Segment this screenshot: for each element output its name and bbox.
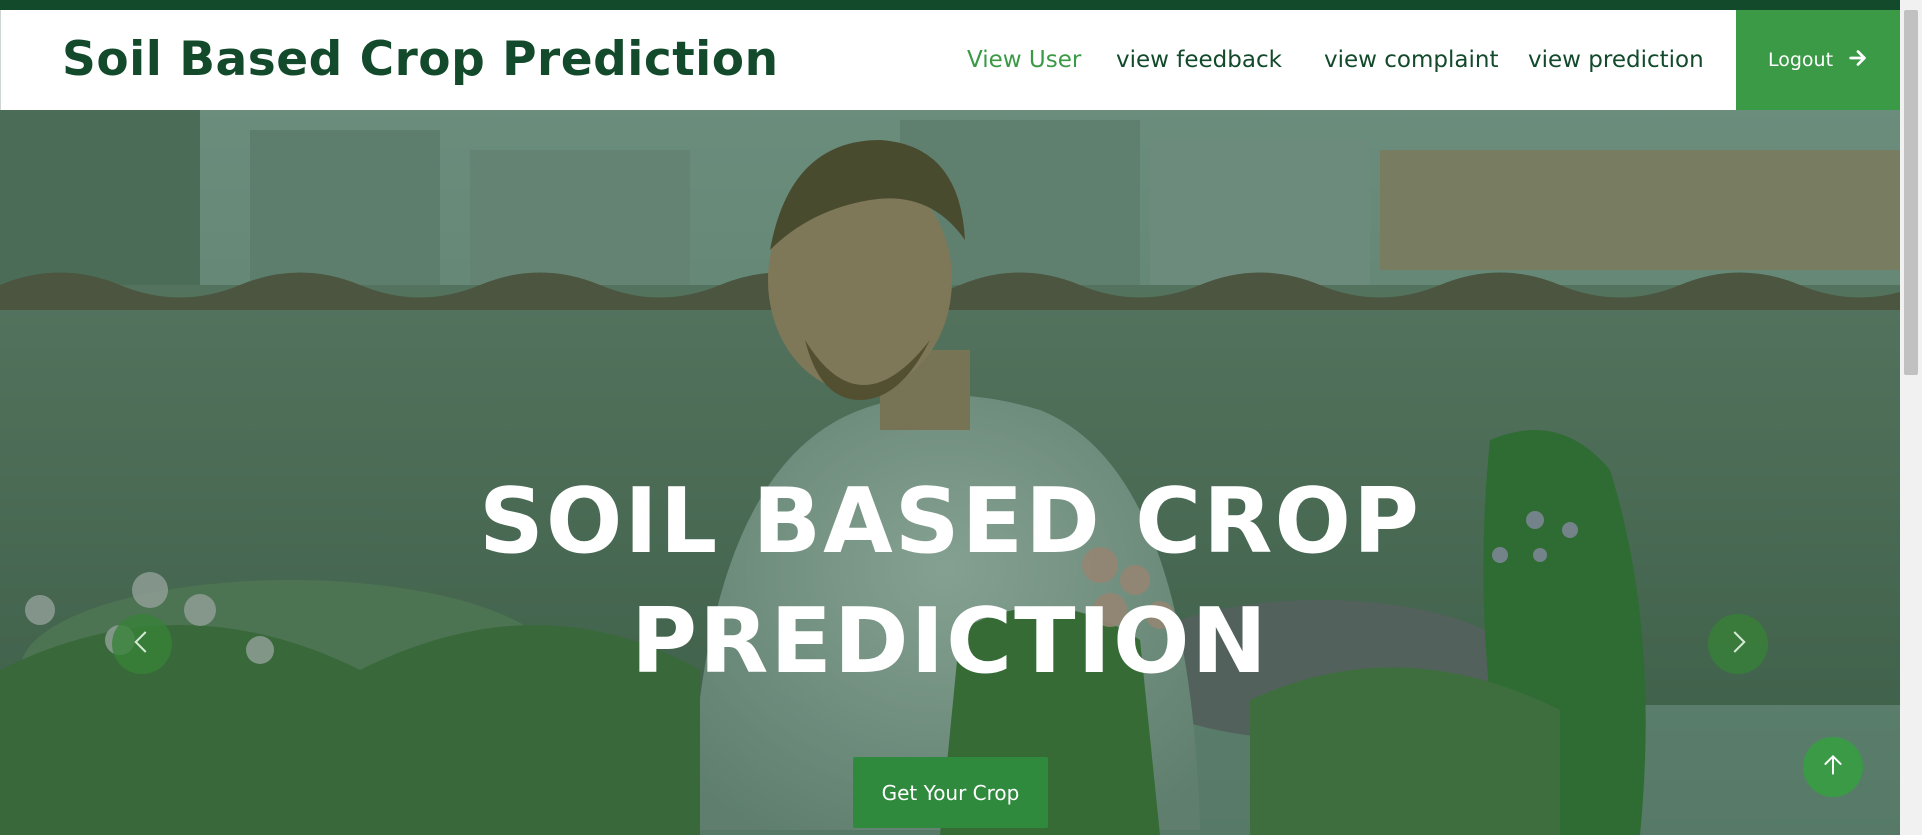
arrow-right-icon xyxy=(1847,47,1869,74)
logout-button[interactable]: Logout xyxy=(1736,10,1901,110)
brand-title[interactable]: Soil Based Crop Prediction xyxy=(62,10,779,110)
carousel-prev-button[interactable] xyxy=(112,614,172,674)
nav-link-view-complaint[interactable]: view complaint xyxy=(1324,10,1498,110)
scrollbar-thumb[interactable] xyxy=(1904,10,1918,375)
carousel-next-button[interactable] xyxy=(1708,614,1768,674)
hero-title: SOIL BASED CROP PREDICTION xyxy=(350,462,1550,702)
navbar: Soil Based Crop Prediction View User vie… xyxy=(0,10,1901,110)
nav-link-view-prediction[interactable]: view prediction xyxy=(1528,10,1704,110)
back-to-top-button[interactable] xyxy=(1803,737,1863,797)
chevron-right-icon xyxy=(1723,627,1753,662)
top-accent-strip xyxy=(0,0,1900,10)
hero-title-line-2: PREDICTION xyxy=(631,589,1269,694)
hero-carousel: SOIL BASED CROP PREDICTION Get Your Crop xyxy=(0,110,1900,835)
hero-title-line-1: SOIL BASED CROP xyxy=(479,469,1421,574)
logout-label: Logout xyxy=(1767,49,1834,71)
nav-link-view-user[interactable]: View User xyxy=(967,10,1081,110)
get-your-crop-button[interactable]: Get Your Crop xyxy=(853,757,1048,828)
page-scrollbar[interactable] xyxy=(1900,0,1922,835)
chevron-left-icon xyxy=(127,627,157,662)
arrow-up-icon xyxy=(1820,752,1846,783)
nav-link-view-feedback[interactable]: view feedback xyxy=(1116,10,1282,110)
